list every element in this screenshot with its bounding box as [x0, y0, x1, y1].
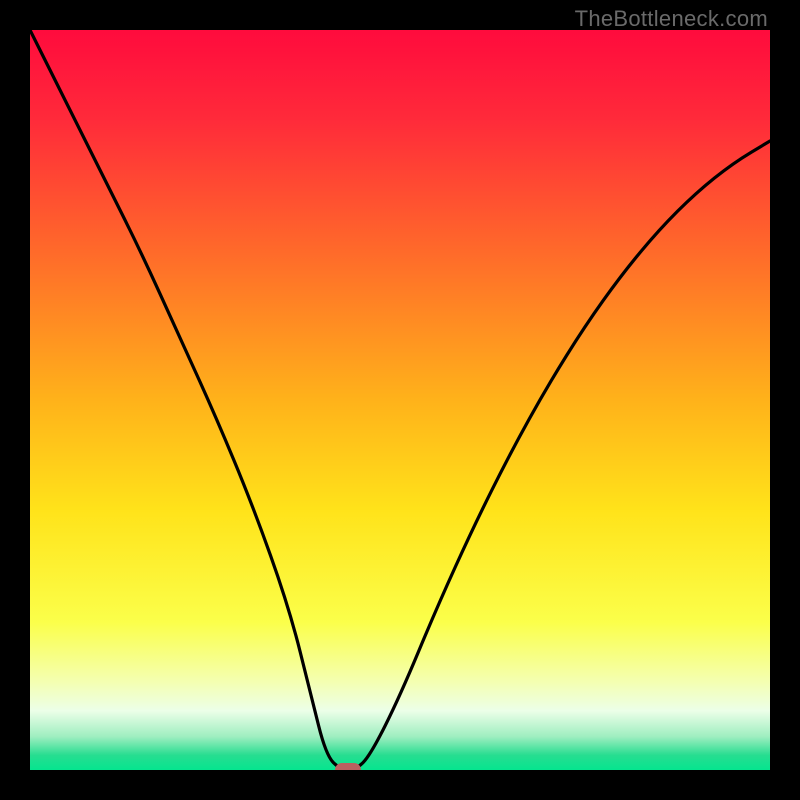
plot-area — [30, 30, 770, 770]
watermark-text: TheBottleneck.com — [575, 6, 768, 32]
curve-layer — [30, 30, 770, 770]
chart-frame: TheBottleneck.com — [0, 0, 800, 800]
bottleneck-curve — [30, 30, 770, 770]
optimal-marker — [335, 763, 361, 770]
